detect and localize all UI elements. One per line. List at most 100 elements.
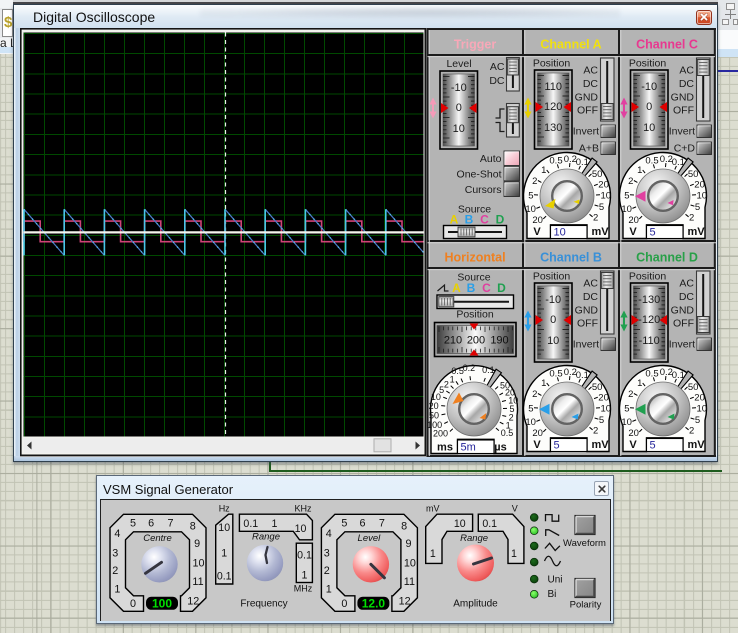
- svg-text:A+B: A+B: [579, 143, 599, 155]
- svg-text:0.5: 0.5: [549, 369, 562, 380]
- svg-text:mV: mV: [687, 226, 705, 238]
- svg-text:10: 10: [192, 557, 204, 569]
- svg-text:-120: -120: [638, 314, 660, 326]
- svg-text:20: 20: [598, 180, 609, 191]
- svg-text:6: 6: [359, 517, 365, 529]
- svg-text:5: 5: [624, 403, 629, 414]
- svg-text:V: V: [629, 439, 637, 451]
- svg-text:Invert: Invert: [573, 339, 599, 351]
- svg-text:10: 10: [554, 227, 566, 239]
- svg-text:OFF: OFF: [577, 105, 598, 117]
- svg-text:10: 10: [218, 522, 230, 534]
- svg-text:ms: ms: [437, 442, 453, 454]
- svg-text:2: 2: [112, 565, 118, 577]
- svg-text:V: V: [629, 226, 637, 238]
- svg-text:1: 1: [450, 375, 455, 385]
- svg-text:AC: AC: [679, 278, 694, 290]
- svg-text:4: 4: [326, 528, 332, 540]
- svg-text:4: 4: [114, 528, 120, 540]
- svg-text:DC: DC: [583, 291, 599, 303]
- svg-text:20: 20: [429, 401, 439, 411]
- svg-text:2: 2: [532, 389, 537, 400]
- svg-text:-130: -130: [638, 294, 660, 306]
- svg-text:5: 5: [528, 190, 533, 201]
- svg-text:1: 1: [541, 165, 546, 176]
- svg-text:Position: Position: [533, 271, 571, 283]
- svg-text:Level: Level: [446, 58, 471, 70]
- svg-text:3: 3: [112, 547, 118, 559]
- svg-text:D: D: [496, 213, 505, 227]
- svg-text:210: 210: [444, 335, 462, 347]
- svg-text:8: 8: [401, 520, 407, 532]
- svg-text:Hz: Hz: [219, 503, 230, 513]
- svg-text:0.1: 0.1: [482, 365, 495, 375]
- svg-text:OFF: OFF: [577, 318, 598, 330]
- svg-text:Centre: Centre: [143, 532, 172, 543]
- svg-text:1: 1: [221, 547, 227, 559]
- svg-text:20: 20: [628, 215, 639, 226]
- svg-text:1: 1: [430, 548, 436, 560]
- svg-text:20: 20: [598, 393, 609, 404]
- svg-text:-110: -110: [639, 335, 660, 347]
- svg-text:0.5: 0.5: [549, 156, 562, 167]
- svg-text:2: 2: [689, 426, 694, 437]
- svg-text:2: 2: [444, 379, 449, 389]
- svg-text:50: 50: [688, 169, 699, 180]
- svg-text:10: 10: [697, 190, 708, 201]
- svg-text:10: 10: [295, 523, 307, 535]
- svg-text:6: 6: [148, 517, 154, 529]
- svg-text:2: 2: [593, 426, 598, 437]
- svg-text:C: C: [480, 213, 489, 227]
- svg-text:2: 2: [532, 176, 537, 187]
- svg-text:0.5: 0.5: [645, 369, 658, 380]
- svg-text:1: 1: [511, 548, 517, 560]
- svg-text:Level: Level: [358, 532, 382, 543]
- svg-text:D: D: [497, 281, 506, 295]
- svg-text:0.1: 0.1: [576, 370, 589, 381]
- svg-text:2: 2: [593, 213, 598, 224]
- svg-text:Invert: Invert: [573, 126, 599, 138]
- svg-text:10: 10: [697, 403, 708, 414]
- svg-text:1: 1: [637, 165, 642, 176]
- svg-text:0.1: 0.1: [217, 570, 232, 582]
- svg-text:Position: Position: [629, 271, 667, 283]
- svg-text:One-Shot: One-Shot: [457, 169, 502, 181]
- svg-text:AC: AC: [679, 65, 694, 77]
- svg-text:DC: DC: [679, 78, 695, 90]
- svg-text:50: 50: [429, 411, 439, 421]
- svg-text:2: 2: [628, 176, 633, 187]
- svg-text:1: 1: [326, 583, 332, 595]
- svg-text:Horizontal: Horizontal: [444, 251, 505, 265]
- svg-text:MHz: MHz: [294, 583, 313, 593]
- svg-text:Polarity: Polarity: [570, 599, 602, 610]
- svg-text:OFF: OFF: [673, 318, 694, 330]
- svg-text:AC: AC: [583, 65, 598, 77]
- svg-text:5: 5: [695, 202, 700, 213]
- svg-text:-10: -10: [641, 81, 657, 93]
- svg-text:9: 9: [194, 537, 200, 549]
- svg-text:0.1: 0.1: [576, 157, 589, 168]
- svg-text:12: 12: [399, 595, 411, 607]
- svg-text:7: 7: [167, 517, 173, 529]
- svg-text:DC: DC: [489, 75, 505, 87]
- svg-text:20: 20: [694, 393, 705, 404]
- svg-text:Position: Position: [456, 309, 494, 321]
- svg-text:20: 20: [532, 215, 543, 226]
- svg-text:Waveform: Waveform: [563, 538, 606, 549]
- svg-text:120: 120: [544, 101, 562, 113]
- svg-text:0.1: 0.1: [672, 157, 685, 168]
- svg-text:100: 100: [152, 596, 172, 610]
- svg-text:-10: -10: [545, 294, 561, 306]
- svg-text:1: 1: [637, 378, 642, 389]
- svg-text:10: 10: [601, 403, 612, 414]
- svg-text:5: 5: [650, 440, 656, 452]
- svg-text:50: 50: [688, 382, 699, 393]
- svg-text:DC: DC: [679, 291, 695, 303]
- svg-text:5: 5: [130, 517, 136, 529]
- svg-text:Channel C: Channel C: [636, 38, 698, 52]
- svg-text:C: C: [482, 281, 491, 295]
- svg-text:Position: Position: [629, 58, 667, 70]
- svg-text:10: 10: [621, 417, 632, 428]
- svg-text:200: 200: [467, 335, 485, 347]
- svg-text:5: 5: [650, 227, 656, 239]
